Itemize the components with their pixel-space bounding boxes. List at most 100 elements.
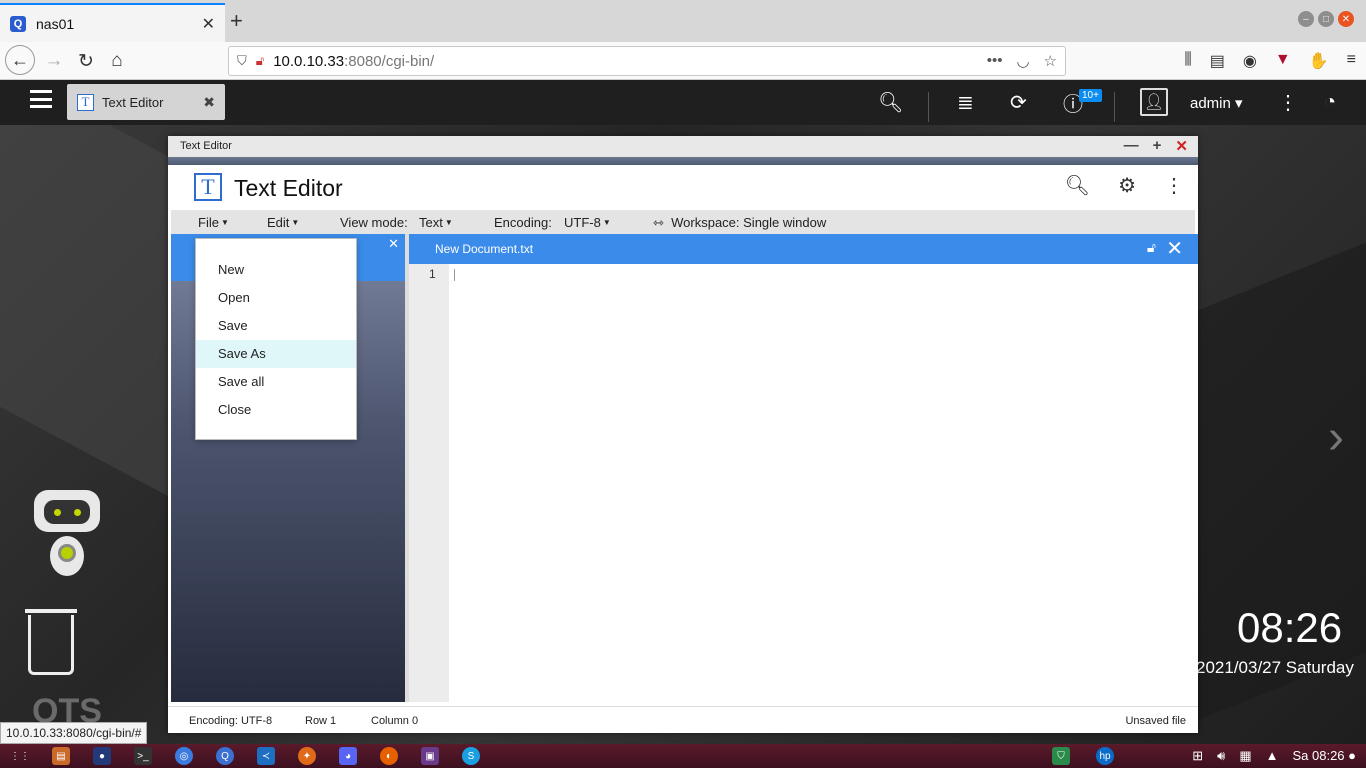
search-icon[interactable]: 🔍︎	[1065, 173, 1090, 198]
terminal-icon[interactable]: >_	[134, 747, 152, 765]
apps-grid-icon[interactable]: ⋮⋮	[10, 747, 30, 765]
status-row: Row 1	[305, 715, 337, 727]
search-icon[interactable]: 🔍︎	[878, 80, 903, 125]
background-tasks-icon[interactable]: ≣	[957, 80, 974, 125]
taskbar-app-tab-text-editor[interactable]: T Text Editor ✖	[67, 84, 225, 120]
extension-gnome-icon[interactable]: ✋	[1309, 51, 1329, 71]
browser-tabstrip: Q nas01 ✕ + – □ ✕	[0, 0, 1366, 42]
network-icon[interactable]: ⊞	[1192, 748, 1203, 764]
status-save-state: Unsaved file	[1125, 715, 1186, 727]
qboost-robot-icon[interactable]	[30, 490, 104, 590]
bookmark-star-icon[interactable]: ☆	[1044, 52, 1057, 70]
qts-top-bar: T Text Editor ✖ 🔍︎ ≣ ⟳ ⓘ 10+ 👤︎ admin ▾ …	[0, 80, 1366, 125]
maximize-window-button[interactable]: □	[1318, 11, 1334, 27]
page-actions-button[interactable]: •••	[987, 52, 1003, 70]
library-icon[interactable]: ⫼	[1184, 51, 1191, 71]
menu-item-new[interactable]: New	[196, 256, 356, 284]
editor-text-area[interactable]	[449, 264, 1198, 702]
dashboard-icon[interactable]: ◔	[1324, 80, 1336, 125]
system-taskbar: ⋮⋮ ▤ ● >_ ◎ Q ≺ ✦ ◕ ◐ ▣ S ⛉ hp ⊞ 🔊︎ ▦ ▲ …	[0, 744, 1366, 768]
volume-icon[interactable]: 🔊︎	[1217, 748, 1225, 764]
safari-like-icon[interactable]: ✦	[298, 747, 316, 765]
workspace-icon: ⇿	[653, 215, 672, 230]
files-icon[interactable]: ▤	[52, 747, 70, 765]
workspace-toggle[interactable]: ⇿ Workspace: Single window	[653, 215, 826, 231]
qnap-favicon-icon: Q	[10, 15, 26, 32]
app-tab-close-icon[interactable]: ✖	[203, 94, 215, 111]
chromium-icon[interactable]: ◎	[175, 747, 193, 765]
security-shield-icon[interactable]: ⛉	[1052, 747, 1070, 765]
close-document-icon[interactable]: ✕	[1166, 236, 1183, 261]
desktop-clock: 08:26	[1237, 604, 1343, 651]
settings-gear-icon[interactable]: ⚙	[1118, 173, 1136, 198]
video-editor-icon[interactable]: ▣	[421, 747, 439, 765]
edit-menu[interactable]: Edit ▼	[267, 215, 299, 230]
more-options-icon[interactable]: ⋮	[1164, 173, 1184, 198]
status-encoding: Encoding: UTF-8	[189, 715, 273, 727]
close-icon[interactable]: ✕	[1175, 137, 1188, 155]
close-panel-icon[interactable]: ✕	[388, 236, 399, 252]
window-title: Text Editor	[168, 136, 1198, 157]
hp-icon[interactable]: hp	[1096, 747, 1114, 765]
forward-button[interactable]: →	[40, 47, 68, 75]
link-status-url: 10.0.10.33:8080/cgi-bin/#	[0, 722, 148, 744]
new-tab-button[interactable]: +	[230, 8, 243, 34]
file-menu-dropdown: New Open Save Save As Save all Close	[195, 238, 357, 440]
menu-item-open[interactable]: Open	[196, 284, 356, 312]
minimize-icon[interactable]: —	[1124, 137, 1139, 155]
browser-navbar: ← → ↻ ⌂ ⛉ 🔓︎ 10.0.10.33 :8080/cgi-bin/ •…	[0, 42, 1366, 80]
main-menu-icon[interactable]	[30, 90, 52, 108]
sidebar-icon[interactable]: ▤	[1210, 51, 1225, 71]
recycle-bin-icon[interactable]	[25, 609, 77, 675]
window-controls: — + ✕	[1124, 137, 1188, 155]
more-options-icon[interactable]: ⋮	[1278, 80, 1298, 125]
tray-up-icon[interactable]: ▲	[1266, 748, 1279, 764]
user-avatar-icon[interactable]: 👤︎	[1140, 88, 1168, 116]
qfinder-icon[interactable]: Q	[216, 747, 234, 765]
file-menu[interactable]: File ▼	[198, 215, 229, 230]
document-tab[interactable]: New Document.txt 🔓︎ ✕	[409, 234, 1198, 264]
menu-icon[interactable]: ≡	[1347, 51, 1356, 71]
firefox-icon[interactable]: ◐	[380, 747, 398, 765]
browser-tab-title: nas01	[36, 15, 75, 32]
close-tab-icon[interactable]: ✕	[202, 14, 215, 34]
insecure-lock-icon[interactable]: 🔓︎	[256, 53, 264, 69]
window-strip	[168, 157, 1198, 165]
discord-icon[interactable]: ◕	[339, 747, 357, 765]
view-mode-select[interactable]: Text ▼	[419, 215, 453, 230]
text-cursor	[454, 269, 455, 281]
menu-item-save-all[interactable]: Save all	[196, 368, 356, 396]
user-menu[interactable]: admin ▾	[1190, 94, 1243, 112]
menu-item-save[interactable]: Save	[196, 312, 356, 340]
back-button[interactable]: ←	[5, 45, 35, 75]
app-tab-label: Text Editor	[102, 94, 164, 110]
next-page-arrow-icon[interactable]: ›	[1328, 410, 1344, 465]
menubar: File ▼ Edit ▼ View mode: Text ▼ Encoding: U…	[171, 210, 1195, 234]
keepassxc-icon[interactable]: ●	[93, 747, 111, 765]
line-number-gutter: 1	[409, 264, 449, 702]
encoding-select[interactable]: UTF-8 ▼	[564, 215, 611, 230]
notification-icon[interactable]: ⓘ	[1063, 80, 1083, 125]
minimize-window-button[interactable]: –	[1298, 11, 1314, 27]
account-icon[interactable]: ◉	[1243, 51, 1257, 71]
menu-item-close[interactable]: Close	[196, 396, 356, 424]
skype-icon[interactable]: S	[462, 747, 480, 765]
home-button[interactable]: ⌂	[103, 47, 131, 75]
url-bar[interactable]: ⛉ 🔓︎ 10.0.10.33 :8080/cgi-bin/ ••• ◡ ☆	[228, 46, 1066, 76]
vscode-icon[interactable]: ≺	[257, 747, 275, 765]
unlock-icon[interactable]: 🔓︎	[1147, 239, 1156, 256]
browser-tab[interactable]: Q nas01 ✕	[0, 3, 225, 42]
system-clock[interactable]: Sa 08:26 ●	[1292, 748, 1356, 764]
url-path: :8080/cgi-bin/	[344, 52, 435, 70]
desktop-date: 2021/03/27 Saturday	[1196, 658, 1354, 677]
menu-item-save-as[interactable]: Save As	[196, 340, 356, 368]
pocket-icon[interactable]: ◡	[1016, 52, 1029, 70]
extension-v-icon[interactable]: ▼	[1275, 51, 1291, 71]
shield-icon[interactable]: ⛉	[237, 53, 247, 69]
clipboard-icon[interactable]: ▦	[1239, 748, 1251, 764]
url-host: 10.0.10.33	[273, 52, 345, 70]
external-device-icon[interactable]: ⟳	[1010, 80, 1027, 125]
reload-button[interactable]: ↻	[72, 47, 100, 75]
maximize-icon[interactable]: +	[1153, 137, 1162, 155]
close-window-button[interactable]: ✕	[1338, 11, 1354, 27]
